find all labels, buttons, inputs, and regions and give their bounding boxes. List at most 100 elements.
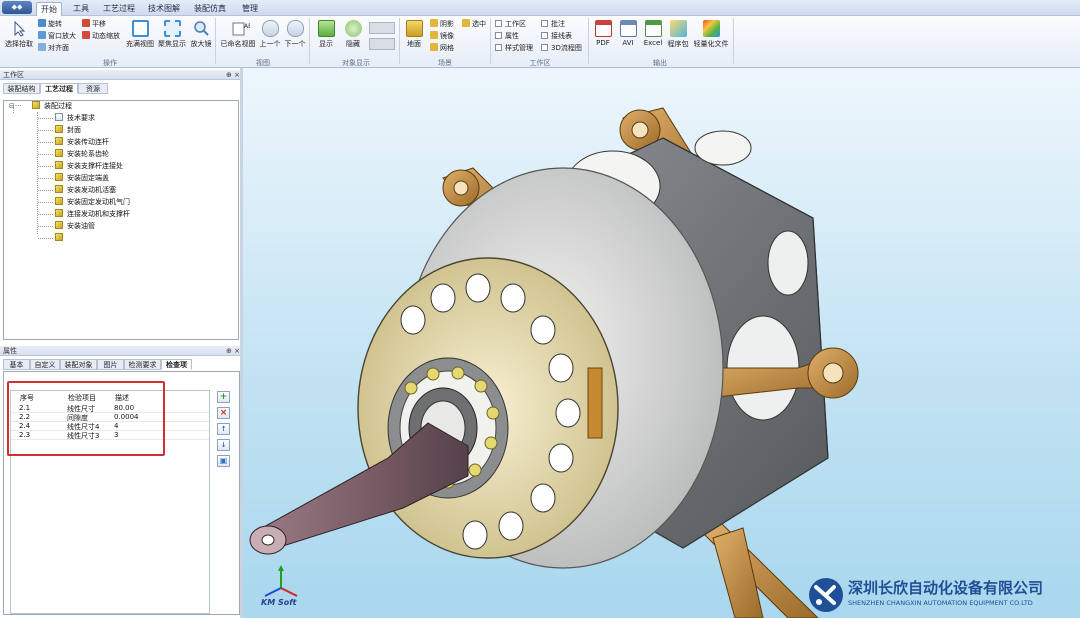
3d-process-checkbox[interactable]: 3D流程图	[541, 43, 582, 54]
tab-assembly-structure[interactable]: 装配结构	[3, 83, 40, 94]
magnifier-button[interactable]: 放大镜	[188, 18, 214, 56]
tree-item[interactable]: 安装传动连杆	[55, 137, 109, 148]
tab-inspection-requirements[interactable]: 检测要求	[124, 359, 161, 370]
dynamic-zoom-icon	[82, 31, 90, 39]
focus-icon	[163, 20, 181, 37]
tree-item[interactable]: 安装轮系齿轮	[55, 149, 109, 160]
export-program-button[interactable]: 程序包	[666, 18, 690, 56]
step-icon	[55, 209, 63, 217]
tab-assembly-sim[interactable]: 装配仿真	[190, 2, 230, 16]
dynamic-zoom-button[interactable]: 动态缩放	[82, 31, 120, 42]
tab-process[interactable]: 工艺过程	[100, 2, 138, 16]
pdf-icon	[594, 20, 612, 37]
named-view-button[interactable]: AB 已命名视图	[218, 18, 258, 56]
select-pick-button[interactable]: 选择拾取	[2, 18, 36, 56]
step-icon	[55, 185, 63, 193]
tab-process-flow[interactable]: 工艺过程	[40, 83, 78, 94]
step-icon	[55, 161, 63, 169]
grid-toggle[interactable]: 网格	[430, 43, 454, 54]
tab-resources[interactable]: 资源	[78, 83, 108, 94]
tree-item[interactable]: 技术要求	[55, 113, 95, 124]
cursor-icon	[11, 20, 28, 37]
tree-item[interactable]: 安装油管	[55, 221, 95, 232]
tab-start[interactable]: 开始	[36, 2, 62, 16]
app-logo-icon: ◆◆	[11, 3, 23, 11]
annotation-checkbox[interactable]: 批注	[541, 19, 565, 30]
floor-button[interactable]: 地面	[402, 18, 426, 56]
named-view-icon: AB	[230, 20, 252, 37]
3d-viewport[interactable]: KM Soft	[243, 68, 1080, 618]
align-face-button[interactable]: 对齐面	[38, 43, 69, 54]
tree-item[interactable]: 安装发动机活塞	[55, 185, 116, 196]
group-label-output: 输出	[653, 59, 667, 67]
move-down-button[interactable]: ↓	[217, 439, 230, 451]
step-icon	[55, 137, 63, 145]
tab-basic[interactable]: 基本	[3, 359, 30, 370]
tab-assembly-object[interactable]: 装配对象	[60, 359, 97, 370]
property-checkbox[interactable]: 属性	[495, 31, 519, 42]
tab-tech-illustration[interactable]: 技术图解	[145, 2, 183, 16]
display-mode-button-2[interactable]	[369, 38, 395, 50]
link-table-checkbox[interactable]: 接线表	[541, 31, 572, 42]
tree-item[interactable]: 安装固定端盖	[55, 173, 109, 184]
tab-manage[interactable]: 管理	[238, 2, 262, 16]
save-button[interactable]: ▣	[217, 455, 230, 467]
select-icon	[462, 19, 470, 27]
export-pdf-button[interactable]: PDF	[591, 18, 615, 56]
tree-root-node[interactable]: 装配过程	[32, 101, 72, 112]
workarea-checkbox[interactable]: 工作区	[495, 19, 526, 30]
export-excel-button[interactable]: Excel	[641, 18, 665, 56]
checkbox-icon	[495, 32, 502, 39]
tab-tools[interactable]: 工具	[68, 2, 94, 16]
tab-custom[interactable]: 自定义	[30, 359, 60, 370]
tab-check-items[interactable]: 检查项	[161, 359, 192, 370]
tree-line	[38, 178, 53, 179]
company-watermark: 深圳长欣自动化设备有限公司 SHENZHEN CHANGXIN AUTOMATI…	[806, 575, 1078, 615]
delete-row-button[interactable]: ×	[217, 407, 230, 419]
tree-line	[38, 190, 53, 191]
excel-icon	[644, 20, 662, 37]
tree-item[interactable]	[55, 233, 67, 244]
group-label-object-display: 对象显示	[342, 59, 370, 67]
zoom-window-icon	[38, 31, 46, 39]
fit-view-button[interactable]: 充满视图	[124, 18, 156, 56]
tree-item[interactable]: 安装支撑杆连接处	[55, 161, 123, 172]
workspace-panel-title: 工作区 ⊕ ×	[0, 70, 243, 80]
display-mode-button-1[interactable]	[369, 22, 395, 34]
pan-button[interactable]: 平移	[82, 19, 106, 30]
panel-pin-close[interactable]: ⊕ ×	[226, 70, 240, 80]
tab-images[interactable]: 图片	[97, 359, 124, 370]
focus-display-button[interactable]: 聚焦显示	[156, 18, 188, 56]
ribbon-toolbar: 选择拾取 旋转 窗口放大 对齐面 平移 动态缩放 充满视图 聚焦显示 放大镜 操…	[0, 16, 1080, 68]
next-view-button[interactable]: 下一个	[283, 18, 307, 56]
tree-item[interactable]: 安装固定发动机气门	[55, 197, 130, 208]
application-menu-button[interactable]: ◆◆	[2, 1, 32, 14]
select-toggle[interactable]: 选中	[462, 19, 486, 30]
style-manager-checkbox[interactable]: 样式管理	[495, 43, 533, 54]
grid-icon	[430, 43, 438, 51]
reflection-toggle[interactable]: 镜像	[430, 31, 454, 42]
add-row-button[interactable]: +	[217, 391, 230, 403]
previous-view-button[interactable]: 上一个	[258, 18, 282, 56]
ribbon-separator	[309, 18, 310, 64]
step-icon	[55, 125, 63, 133]
export-lightweight-button[interactable]: 轻量化文件	[692, 18, 730, 56]
reflection-icon	[430, 31, 438, 39]
show-button[interactable]: 显示	[313, 18, 339, 56]
export-avi-button[interactable]: AVI	[616, 18, 640, 56]
group-label-view: 视图	[256, 59, 270, 67]
tree-item[interactable]: 连接发动机和支撑杆	[55, 209, 130, 220]
rotate-button[interactable]: 旋转	[38, 19, 62, 30]
window-zoom-button[interactable]: 窗口放大	[38, 31, 76, 42]
tree-expander[interactable]: ⊟···	[9, 101, 22, 112]
panel-pin-close[interactable]: ⊕ ×	[226, 346, 240, 356]
move-up-button[interactable]: ↑	[217, 423, 230, 435]
menu-bar: ◆◆ 开始 工具 工艺过程 技术图解 装配仿真 管理	[0, 0, 1080, 16]
step-icon	[55, 173, 63, 181]
company-name-en: SHENZHEN CHANGXIN AUTOMATION EQUIPMENT C…	[848, 599, 1033, 607]
hide-button[interactable]: 隐藏	[340, 18, 366, 56]
tree-item[interactable]: 封面	[55, 125, 81, 136]
shadow-toggle[interactable]: 阴影	[430, 19, 454, 30]
checkbox-icon	[541, 32, 548, 39]
shadow-icon	[430, 19, 438, 27]
